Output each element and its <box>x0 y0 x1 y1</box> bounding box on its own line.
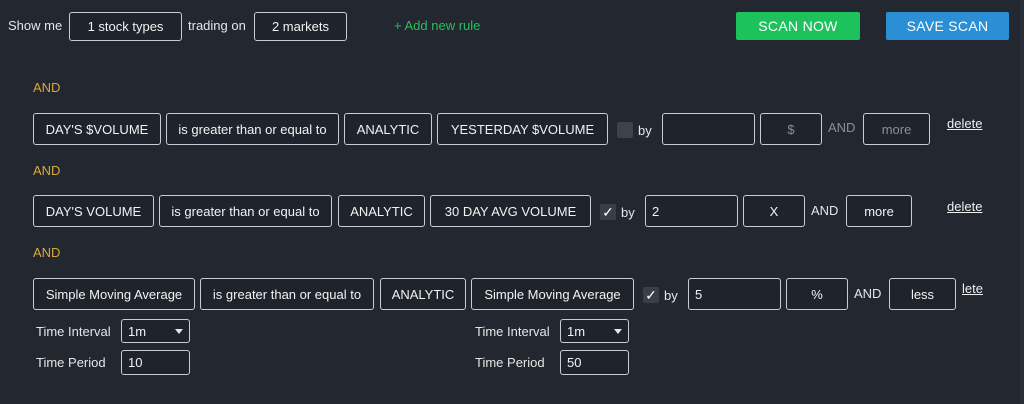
time-interval-label: Time Interval <box>36 324 111 339</box>
rule-type-button[interactable]: ANALYTIC <box>344 113 432 145</box>
rule-compare-button[interactable]: 30 DAY AVG VOLUME <box>430 195 591 227</box>
time-interval-select[interactable]: 1m <box>560 319 629 343</box>
and-label: AND <box>811 203 839 218</box>
scrollbar[interactable] <box>1020 0 1024 404</box>
direction-button[interactable]: less <box>889 278 956 310</box>
trading-on-label: trading on <box>188 18 246 33</box>
rule-connector-and: AND <box>33 80 61 95</box>
chevron-down-icon <box>175 328 183 334</box>
stock-types-button[interactable]: 1 stock types <box>69 12 182 41</box>
time-period-label: Time Period <box>475 355 545 370</box>
rule-connector-and: AND <box>33 163 61 178</box>
rule-connector-and: AND <box>33 245 61 260</box>
markets-button[interactable]: 2 markets <box>254 12 347 41</box>
unit-button[interactable]: X <box>743 195 805 227</box>
time-interval-value: 1m <box>567 323 586 339</box>
by-label: by <box>664 288 678 303</box>
time-period-input[interactable]: 50 <box>560 350 629 375</box>
chevron-down-icon <box>614 328 622 334</box>
rule-operator-button[interactable]: is greater than or equal to <box>200 278 374 310</box>
time-interval-value: 1m <box>128 323 147 339</box>
direction-button[interactable]: more <box>863 113 930 145</box>
unit-button[interactable]: $ <box>760 113 822 145</box>
by-value-input[interactable]: 2 <box>645 195 738 227</box>
rule-compare-button[interactable]: Simple Moving Average <box>471 278 634 310</box>
rule-operator-button[interactable]: is greater than or equal to <box>166 113 339 145</box>
time-interval-label: Time Interval <box>475 324 550 339</box>
delete-rule-link[interactable]: delete <box>947 199 982 215</box>
and-label: AND <box>854 286 882 301</box>
by-value-input[interactable] <box>662 113 755 145</box>
by-label: by <box>621 205 635 220</box>
rule-type-button[interactable]: ANALYTIC <box>338 195 425 227</box>
rule-field-button[interactable]: DAY'S $VOLUME <box>33 113 161 145</box>
rule-operator-button[interactable]: is greater than or equal to <box>159 195 332 227</box>
by-value-input[interactable]: 5 <box>688 278 781 310</box>
rule-field-button[interactable]: DAY'S VOLUME <box>33 195 154 227</box>
time-period-input[interactable]: 10 <box>121 350 190 375</box>
by-checkbox-checked[interactable]: ✓ <box>600 204 616 220</box>
and-label: AND <box>828 120 856 135</box>
delete-rule-link[interactable]: delete <box>947 116 982 132</box>
time-period-label: Time Period <box>36 355 106 370</box>
save-scan-button[interactable]: SAVE SCAN <box>886 12 1009 40</box>
by-checkbox-checked[interactable]: ✓ <box>643 287 659 303</box>
unit-button[interactable]: % <box>786 278 848 310</box>
rule-type-button[interactable]: ANALYTIC <box>380 278 466 310</box>
direction-button[interactable]: more <box>846 195 912 227</box>
add-new-rule-link[interactable]: + Add new rule <box>394 18 480 34</box>
by-label: by <box>638 123 652 138</box>
rule-field-button[interactable]: Simple Moving Average <box>33 278 195 310</box>
time-interval-select[interactable]: 1m <box>121 319 190 343</box>
rule-compare-button[interactable]: YESTERDAY $VOLUME <box>437 113 608 145</box>
delete-rule-link[interactable]: lete <box>962 281 983 297</box>
by-checkbox[interactable] <box>617 122 633 138</box>
show-me-label: Show me <box>8 18 63 33</box>
scan-now-button[interactable]: SCAN NOW <box>736 12 860 40</box>
